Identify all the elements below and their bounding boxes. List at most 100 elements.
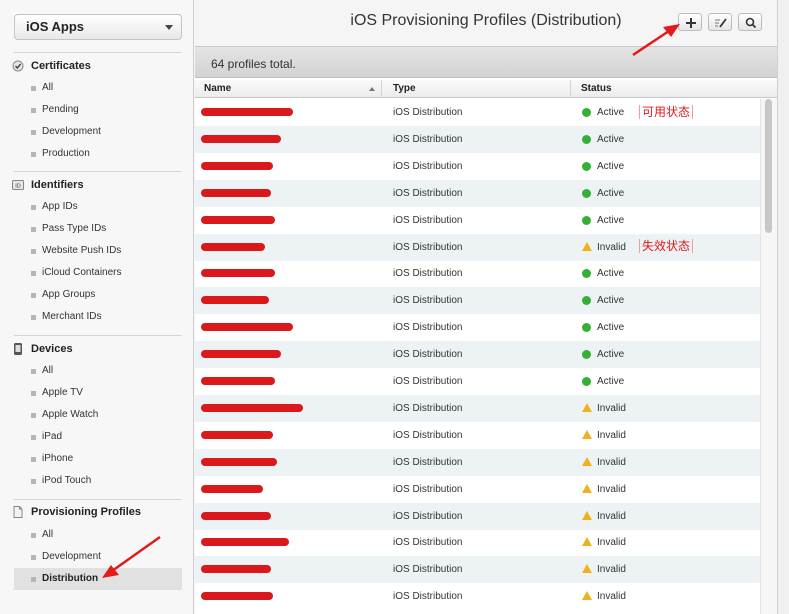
table-row[interactable]: iOS Distribution Active	[195, 125, 760, 153]
sidebar-item-app-groups[interactable]: App Groups	[14, 284, 182, 306]
sidebar-item-pass-type-ids[interactable]: Pass Type IDs	[14, 218, 182, 240]
table-row[interactable]: iOS Distribution Active	[195, 179, 760, 207]
sidebar-item-certificates-all[interactable]: All	[14, 77, 182, 99]
table-row[interactable]: iOS Distribution Invalid	[195, 583, 760, 610]
sidebar-item-label: Distribution	[42, 573, 99, 584]
bullet	[31, 369, 36, 374]
status-active-icon	[582, 161, 591, 171]
profile-status: Invalid	[597, 241, 626, 253]
profile-status: Active	[597, 160, 625, 172]
sidebar-item-production[interactable]: Production	[14, 143, 182, 165]
profile-status: Invalid	[597, 456, 626, 468]
window-edge	[777, 0, 789, 614]
sidebar-item-label: iPhone	[42, 453, 74, 464]
profile-status: Invalid	[597, 537, 626, 549]
bullet	[31, 391, 36, 396]
sidebar-item-label: Development	[42, 551, 101, 562]
profile-name-redacted	[201, 592, 273, 601]
profile-status: Active	[597, 214, 625, 226]
profile-type: iOS Distribution	[393, 295, 463, 307]
profile-name-redacted	[201, 430, 273, 439]
scrollbar[interactable]	[760, 99, 777, 614]
table-row[interactable]: iOS Distribution Invalid	[195, 422, 760, 449]
platform-select[interactable]: iOS Apps	[14, 14, 182, 40]
table-row[interactable]: iOS Distribution Invalid	[195, 502, 760, 530]
table-row[interactable]: iOS Distribution Active	[195, 368, 760, 395]
status-active-icon	[582, 215, 591, 225]
sidebar-item-label: Development	[42, 126, 101, 137]
platform-label: iOS Apps	[26, 19, 85, 34]
sidebar-item-icloud-containers[interactable]: iCloud Containers	[14, 262, 182, 284]
profile-type: iOS Distribution	[393, 429, 463, 441]
sidebar-item-apple-watch[interactable]: Apple Watch	[14, 404, 182, 426]
table-row[interactable]: iOS Distribution Invalid	[195, 448, 760, 476]
sidebar-item-ipad[interactable]: iPad	[14, 426, 182, 448]
column-header-type[interactable]: Type	[393, 83, 416, 94]
table-row[interactable]: iOS Distribution Invalid	[195, 529, 760, 556]
profile-type: iOS Distribution	[393, 510, 463, 522]
column-header-name[interactable]: Name	[204, 83, 231, 94]
sidebar-item-pending[interactable]: Pending	[14, 99, 182, 121]
profile-status: Invalid	[597, 510, 626, 522]
sidebar-item-merchant-ids[interactable]: Merchant IDs	[14, 306, 182, 328]
device-icon	[14, 343, 22, 355]
sidebar-item-website-push-ids[interactable]: Website Push IDs	[14, 240, 182, 262]
sidebar-item-apple-tv[interactable]: Apple TV	[14, 382, 182, 404]
search-button[interactable]	[738, 13, 762, 31]
table-row[interactable]: iOS Distribution Active	[195, 207, 760, 234]
bullet	[31, 108, 36, 113]
profile-name-redacted	[201, 538, 289, 547]
svg-text:ID: ID	[15, 184, 21, 190]
table-row[interactable]: iOS Distribution Active	[195, 260, 760, 287]
sort-ascending-icon	[369, 87, 375, 91]
section-title-provisioning-profiles: Provisioning Profiles	[31, 506, 142, 518]
divider	[14, 171, 182, 172]
sidebar-item-label: App IDs	[42, 201, 78, 212]
warning-icon	[582, 483, 592, 493]
search-icon	[745, 17, 757, 29]
sidebar-item-profiles-all[interactable]: All	[14, 524, 182, 546]
profile-type: iOS Distribution	[393, 376, 463, 387]
table-row[interactable]: iOS Distribution Active	[195, 341, 760, 369]
profile-name-redacted	[201, 511, 271, 520]
annotation-active-note: 可用状态	[639, 105, 694, 119]
profile-name-redacted	[201, 108, 293, 116]
sidebar-item-ipod-touch[interactable]: iPod Touch	[14, 470, 182, 492]
profile-status: Invalid	[597, 483, 626, 495]
table-row[interactable]: iOS Distribution Invalid	[195, 556, 760, 584]
bullet	[31, 413, 36, 418]
sidebar-item-label: Merchant IDs	[42, 311, 102, 322]
edit-button[interactable]	[708, 13, 732, 31]
profile-count: 64 profiles total.	[211, 57, 296, 71]
scroll-thumb[interactable]	[765, 99, 772, 233]
table-row[interactable]: iOS Distribution Invalid	[195, 476, 760, 503]
profile-name-redacted	[201, 242, 265, 251]
profile-type: iOS Distribution	[393, 241, 463, 253]
sidebar-item-devices-all[interactable]: All	[14, 360, 182, 382]
table-row[interactable]: iOS Distribution Active	[195, 314, 760, 341]
warning-icon	[582, 429, 592, 439]
divider	[14, 52, 182, 53]
sidebar-item-profiles-development[interactable]: Development	[14, 546, 182, 568]
warning-icon	[582, 241, 592, 251]
column-header-status[interactable]: Status	[581, 83, 612, 94]
sidebar-item-distribution[interactable]: Distribution	[14, 568, 182, 590]
sidebar-item-label: Apple TV	[42, 387, 83, 398]
table-row[interactable]: iOS Distribution Active	[195, 287, 760, 315]
status-active-icon	[582, 269, 591, 279]
table-row[interactable]: iOS Distribution Invalid	[195, 394, 760, 422]
sidebar-item-iphone[interactable]: iPhone	[14, 448, 182, 470]
add-button[interactable]	[678, 13, 702, 31]
bullet	[31, 249, 36, 254]
profile-name-redacted	[201, 457, 277, 466]
sidebar-item-cert-development[interactable]: Development	[14, 121, 182, 143]
sidebar-item-app-ids[interactable]: App IDs	[14, 196, 182, 218]
table-row[interactable]: iOS Distribution Active	[195, 153, 760, 180]
profile-status: Active	[597, 268, 625, 280]
profile-name-redacted	[201, 350, 281, 359]
profile-type: iOS Distribution	[393, 456, 463, 468]
profile-name-redacted	[201, 565, 271, 574]
warning-icon	[582, 510, 592, 520]
sidebar-item-label: Pending	[42, 104, 79, 115]
sidebar-item-label: iCloud Containers	[42, 267, 122, 278]
